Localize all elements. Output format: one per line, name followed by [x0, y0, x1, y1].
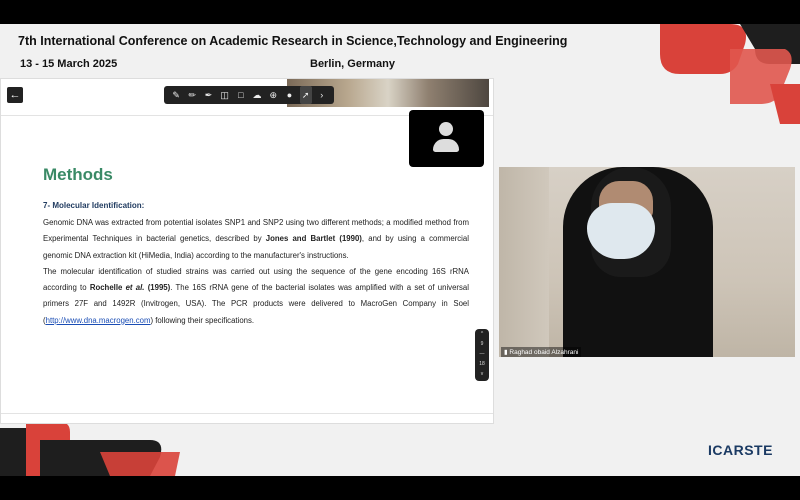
add-icon[interactable]: ⊕	[267, 86, 279, 104]
p2-citation-year: (1995)	[144, 283, 171, 293]
conference-date: 13 - 15 March 2025	[20, 58, 118, 70]
p2-citation: Rochelle	[89, 283, 126, 293]
speaker-video-tile[interactable]: ▮ Raghad obaid Alzahrani	[499, 167, 795, 357]
background-door	[499, 167, 549, 357]
decorative-shapes-bottom	[0, 422, 180, 476]
conference-title: 7th International Conference on Academic…	[18, 34, 568, 48]
eraser-icon[interactable]: ◫	[219, 86, 231, 104]
macrogen-link[interactable]: http://www.dna.macrogen.com	[46, 316, 151, 325]
conference-background: 7th International Conference on Academic…	[0, 24, 800, 476]
page-up-button[interactable]: ^	[475, 329, 489, 339]
mic-icon[interactable]: ●	[283, 86, 295, 104]
bottom-letterbox	[0, 476, 800, 500]
p2-citation-etal: et al.	[125, 283, 145, 293]
speaker-mask	[587, 203, 655, 259]
avatar-icon	[439, 122, 453, 136]
conference-location: Berlin, Germany	[310, 58, 395, 70]
speaker-name: Raghad obaid Alzahrani	[509, 349, 579, 356]
conference-logo: ICARSTE	[708, 442, 773, 458]
laser-pointer-icon[interactable]: ➚	[299, 86, 312, 104]
page-down-button[interactable]: v	[475, 369, 489, 379]
slide-body: Genomic DNA was extracted from potential…	[43, 215, 469, 329]
speaker-name-label: ▮ Raghad obaid Alzahrani	[501, 347, 582, 357]
signal-bars-icon: ▮	[504, 349, 508, 356]
pen-icon[interactable]: ✎	[170, 86, 182, 104]
top-letterbox	[0, 0, 800, 24]
arrow-left-icon: ←	[9, 89, 21, 101]
chevron-right-icon[interactable]: ›	[316, 86, 328, 104]
annotation-toolbar: ✎ ✏ ✒ ◫ □ ☁ ⊕ ● ➚ ›	[164, 86, 334, 104]
p1-citation: Jones and Bartlet (1990)	[265, 234, 362, 244]
page-navigator: ^ 9 — 18 v	[475, 329, 489, 381]
decorative-shapes-top	[660, 24, 800, 124]
slide-divider-bottom	[1, 413, 493, 414]
participant-tile-camera-off[interactable]	[409, 110, 484, 167]
back-button[interactable]: ←	[7, 87, 23, 103]
cloud-icon[interactable]: ☁	[251, 86, 263, 104]
avatar-icon-body	[433, 139, 459, 152]
page-separator: —	[479, 351, 485, 357]
slide-subheading: 7- Molecular Identification:	[43, 201, 145, 210]
paragraph-1: Genomic DNA was extracted from potential…	[43, 218, 469, 260]
p2-text-end: ) following their specifications.	[150, 315, 255, 325]
total-pages: 18	[479, 361, 485, 367]
shapes-icon[interactable]: □	[235, 86, 247, 104]
marker-icon[interactable]: ✏	[186, 86, 198, 104]
highlighter-icon[interactable]: ✒	[202, 86, 214, 104]
slide-heading: Methods	[43, 165, 113, 184]
current-page: 9	[480, 341, 484, 347]
paragraph-2: The molecular identification of studied …	[43, 267, 469, 325]
